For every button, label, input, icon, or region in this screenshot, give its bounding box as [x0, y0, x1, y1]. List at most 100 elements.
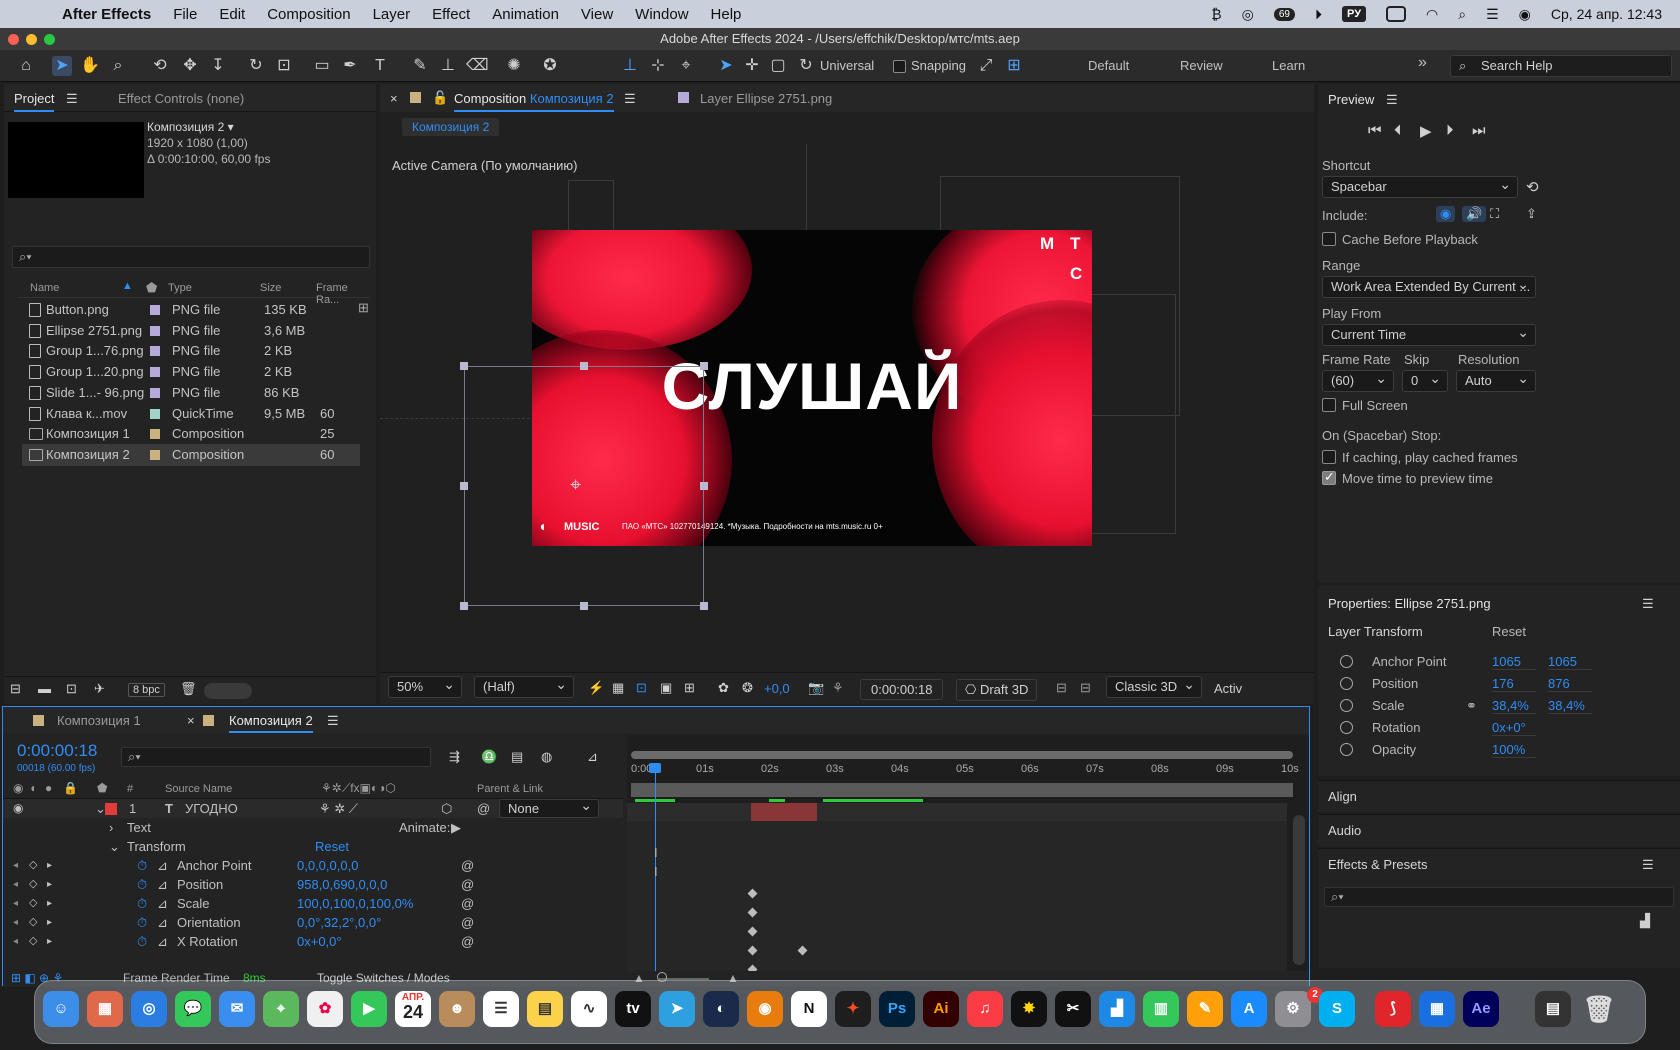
solo-icon[interactable]: ● — [45, 781, 52, 795]
resolution-preview-dropdown[interactable]: Auto — [1456, 368, 1536, 392]
snap-options-icon[interactable]: ⤢ — [976, 56, 996, 76]
time-navigator[interactable] — [631, 751, 1293, 759]
label-color[interactable] — [150, 305, 160, 315]
menu-layer[interactable]: Layer — [373, 6, 411, 23]
av-eye-icon[interactable]: ◉ — [13, 781, 23, 795]
universal-mode[interactable]: Universal — [820, 58, 874, 73]
grid-guides-icon[interactable]: ⊞ — [684, 680, 695, 696]
previous-frame-icon[interactable]: ⏴ — [1394, 122, 1402, 139]
close-window-icon[interactable] — [8, 34, 19, 45]
more-workspaces-icon[interactable]: » — [1418, 54, 1427, 72]
downloads-folder-icon[interactable]: ▤ — [1535, 991, 1571, 1027]
comp-breadcrumb[interactable]: Композиция 2 — [402, 118, 500, 136]
prev-keyframe-icon[interactable]: ◂ — [13, 913, 18, 932]
tab-effect-controls[interactable]: Effect Controls (none) — [118, 91, 244, 106]
clone-stamp-icon[interactable]: ⊥ — [438, 56, 458, 76]
after-effects-icon[interactable]: Ae — [1463, 991, 1499, 1027]
transform-handle[interactable] — [700, 482, 708, 490]
col-number[interactable]: # — [127, 783, 133, 795]
next-keyframe-icon[interactable]: ▸ — [47, 875, 52, 894]
dolly-camera-icon[interactable]: ↧ — [208, 56, 228, 76]
region-of-interest-icon[interactable]: ⊡ — [636, 680, 647, 696]
freeform-icon[interactable]: ∿ — [571, 991, 607, 1027]
stopwatch-icon[interactable] — [1340, 743, 1353, 756]
menu-window[interactable]: Window — [635, 6, 688, 23]
trash-icon[interactable]: 🗑 — [180, 681, 197, 697]
transform-handle[interactable] — [460, 482, 468, 490]
stopwatch-icon[interactable] — [1340, 677, 1353, 690]
tab-composition[interactable]: Composition Композиция 2 — [454, 91, 614, 112]
exposure-reset-icon[interactable]: ❂ — [742, 680, 753, 696]
selection-bounding-box[interactable] — [464, 366, 704, 606]
local-axis-icon[interactable]: ⊥ — [620, 56, 640, 76]
playhead-handle[interactable] — [649, 763, 661, 773]
renderer-dropdown[interactable]: Classic 3D — [1106, 674, 1202, 698]
expression-pickwhip-icon[interactable]: @ — [461, 932, 474, 951]
include-audio-icon[interactable]: 🔊 — [1462, 206, 1487, 222]
fast-previews-icon[interactable]: ⚡ — [588, 680, 604, 696]
transform-property-row[interactable]: ◂ ◇ ▸ ⏱ ⊿ Orientation 0,0°,32,2°,0,0° @ — [3, 913, 623, 932]
pick-whip-icon[interactable]: @ — [477, 799, 490, 818]
add-keyframe-icon[interactable]: ◇ — [29, 913, 37, 932]
project-item[interactable]: Group 1...76.png PNG file 2 KB — [22, 340, 360, 362]
add-keyframe-icon[interactable]: ◇ — [29, 932, 37, 951]
pages-icon[interactable]: ✎ — [1187, 991, 1223, 1027]
battery-icon[interactable] — [1386, 6, 1407, 22]
prev-keyframe-icon[interactable]: ◂ — [13, 894, 18, 913]
orbit-camera-icon[interactable]: ⟲ — [150, 56, 170, 76]
play-icon[interactable]: ▶ — [1420, 122, 1432, 140]
transform-property-row[interactable]: ◂ ◇ ▸ ⏱ ⊿ X Rotation 0x+0,0° @ — [3, 932, 623, 951]
collapse-transform-icon[interactable]: ⌄ — [109, 837, 120, 856]
timeline-current-time[interactable]: 0:00:00:18 — [17, 741, 97, 761]
label-color[interactable] — [150, 387, 160, 398]
label-color[interactable] — [150, 367, 160, 378]
next-keyframe-icon[interactable]: ▸ — [47, 856, 52, 875]
apple-icon[interactable] — [22, 3, 44, 25]
notion-icon[interactable]: N — [791, 991, 827, 1027]
render-queue-icon[interactable]: ✈ — [94, 681, 105, 697]
export-icon[interactable]: ⇪ — [1526, 206, 1537, 222]
comp-mini-flowchart-icon[interactable]: ⇶ — [449, 749, 460, 765]
frame-blending-icon[interactable]: ▤ — [511, 749, 523, 765]
property-value-1[interactable]: 100% — [1492, 742, 1536, 758]
notification-badge[interactable]: 69 — [1273, 7, 1295, 21]
expression-pickwhip-icon[interactable]: @ — [461, 913, 474, 932]
project-item[interactable]: Композиция 1 Composition 25 — [22, 423, 360, 445]
graph-icon[interactable]: ⊿ — [157, 894, 168, 913]
if-caching-checkbox[interactable] — [1322, 450, 1336, 464]
3d-ground-icon[interactable]: ⊟ — [1080, 680, 1091, 696]
layer-row[interactable]: ◉ ⌄ 1 T УГОДНО ⚘ ✲ ⟋ ⬡ @ None — [3, 797, 623, 818]
stopwatch-icon[interactable]: ⏱ — [137, 894, 147, 913]
cinema4d-icon[interactable]: ◐ — [703, 991, 739, 1027]
brush-tool-icon[interactable]: ✎ — [410, 56, 430, 76]
col-name[interactable]: Name — [30, 282, 59, 294]
graph-icon[interactable]: ⊿ — [157, 932, 168, 951]
close-tab-icon[interactable]: × — [390, 91, 398, 106]
prev-keyframe-icon[interactable]: ◂ — [13, 856, 18, 875]
graph-editor-icon[interactable]: ⊿ — [587, 749, 598, 765]
transform-handle[interactable] — [460, 362, 468, 370]
facetime-icon[interactable]: ▶ — [351, 991, 387, 1027]
stopwatch-icon[interactable] — [1340, 699, 1353, 712]
thumbnail-slider[interactable] — [204, 683, 252, 699]
new-bin-icon[interactable]: ▟ — [1640, 913, 1650, 929]
graph-icon[interactable]: ⊿ — [157, 856, 168, 875]
capcut-icon[interactable]: ✂ — [1055, 991, 1091, 1027]
numbers-icon[interactable]: ▥ — [1143, 991, 1179, 1027]
transform-handle[interactable] — [460, 602, 468, 610]
apple-tv-icon[interactable]: tv — [615, 991, 651, 1027]
home-icon[interactable]: ⌂ — [16, 56, 36, 76]
transform-property-value[interactable]: 0,0,0,0,0,0 — [297, 856, 358, 875]
shortcut-dropdown[interactable]: Spacebar — [1322, 174, 1518, 198]
stopwatch-icon[interactable]: ⏱ — [137, 932, 147, 951]
timeline-graph[interactable]: 0:00s 01s 02s 03s 04s 05s 06s 07s 08s 09s 10s I I — [627, 735, 1309, 975]
play-from-dropdown[interactable]: Current Time — [1322, 322, 1536, 346]
align-panel[interactable]: Align — [1318, 780, 1680, 812]
add-keyframe-icon[interactable]: ◇ — [29, 894, 37, 913]
effects-search-input[interactable]: ⌕▾ — [1324, 887, 1674, 907]
move-time-checkbox[interactable] — [1322, 469, 1336, 485]
layer-name[interactable]: УГОДНО — [185, 799, 238, 818]
layer-label-color[interactable] — [105, 803, 117, 815]
launchpad-icon[interactable]: ▦ — [87, 991, 123, 1027]
label-color[interactable] — [150, 429, 160, 440]
